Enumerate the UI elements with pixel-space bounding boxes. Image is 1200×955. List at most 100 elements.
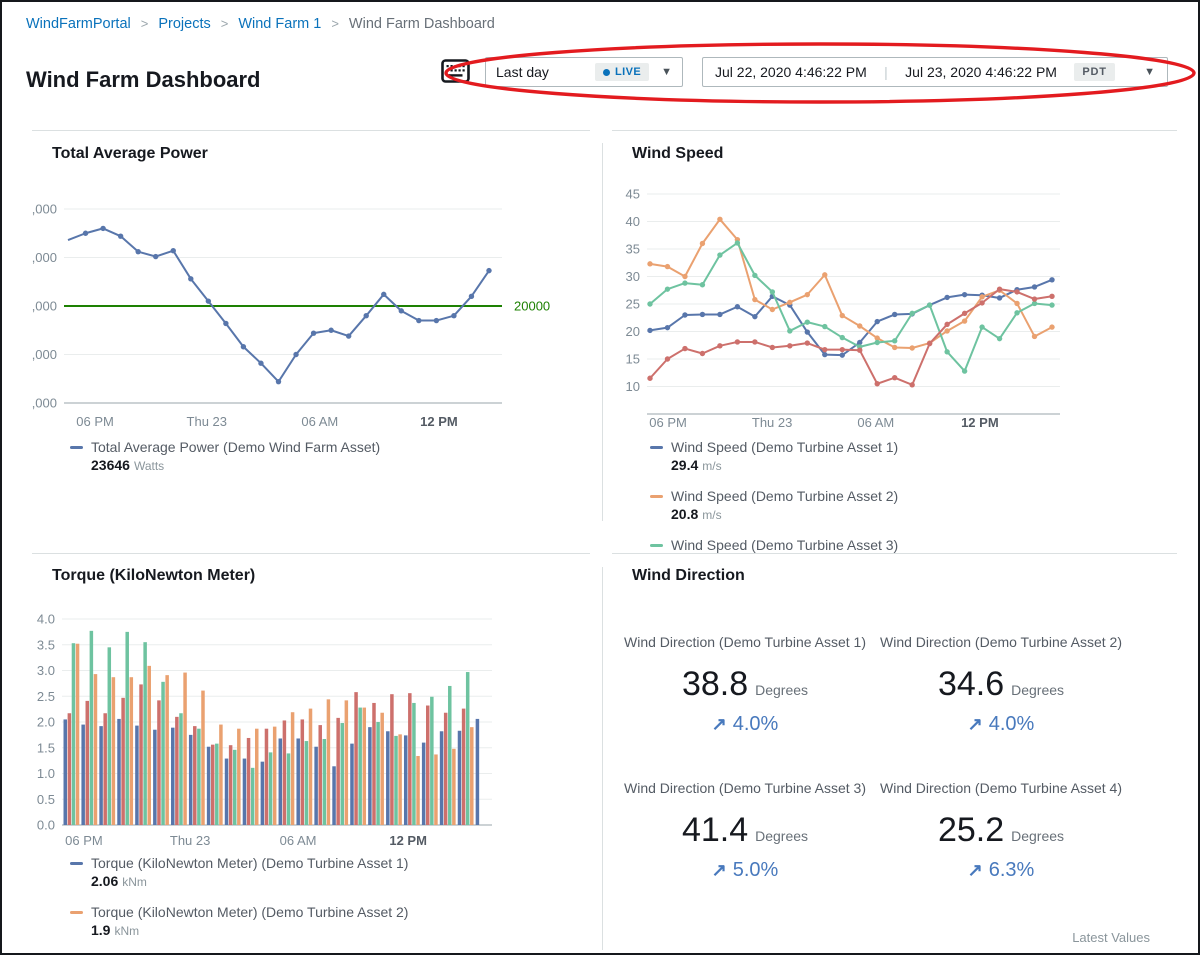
kpi-wind-direction-2: Wind Direction (Demo Turbine Asset 2) 34… bbox=[876, 632, 1126, 736]
time-range-select[interactable]: Last day LIVE ▼ bbox=[485, 57, 683, 87]
widget-title: Wind Direction bbox=[632, 567, 745, 585]
widget-total-average-power: Total Average Power 10,000 15,000 20,000 25… bbox=[32, 131, 590, 553]
date-range-picker[interactable]: Jul 22, 2020 4:46:22 PM | Jul 23, 2020 4… bbox=[702, 57, 1168, 87]
svg-text:12 PM: 12 PM bbox=[389, 833, 427, 848]
svg-text:06 PM: 06 PM bbox=[65, 833, 103, 848]
chart-legend: Torque (KiloNewton Meter) (Demo Turbine … bbox=[70, 855, 580, 955]
live-badge: LIVE bbox=[595, 63, 649, 81]
svg-text:1.0: 1.0 bbox=[37, 766, 55, 781]
svg-text:4.0: 4.0 bbox=[37, 612, 55, 627]
breadcrumb-separator: > bbox=[331, 16, 339, 31]
kpi-label: Wind Direction (Demo Turbine Asset 1) bbox=[620, 632, 870, 652]
latest-values-note: Latest Values bbox=[1072, 930, 1150, 945]
svg-text:2.5: 2.5 bbox=[37, 689, 55, 704]
svg-text:Thu 23: Thu 23 bbox=[752, 415, 792, 430]
keyboard-shortcut-icon[interactable] bbox=[440, 57, 471, 90]
kpi-trend: ↗6.3% bbox=[876, 859, 1126, 882]
kpi-label: Wind Direction (Demo Turbine Asset 3) bbox=[620, 778, 870, 798]
breadcrumb-link[interactable]: WindFarmPortal bbox=[26, 16, 131, 32]
breadcrumb-link[interactable]: Wind Farm 1 bbox=[238, 16, 321, 32]
svg-text:Thu 23: Thu 23 bbox=[170, 833, 210, 848]
widget-title: Total Average Power bbox=[52, 145, 208, 163]
legend-item: Wind Speed (Demo Turbine Asset 1)29.4m/s bbox=[650, 439, 1167, 475]
legend-dash-icon bbox=[650, 495, 663, 498]
svg-text:0.0: 0.0 bbox=[37, 818, 55, 833]
kpi-value: 34.6 bbox=[938, 665, 1004, 703]
kpi-unit: Degrees bbox=[1011, 828, 1064, 844]
total-average-power-chart: 10,00015,00020,00025,00030,00006 PMThu 2… bbox=[32, 191, 577, 436]
breadcrumb-separator: > bbox=[221, 16, 229, 31]
legend-item: Total Average Power (Demo Wind Farm Asse… bbox=[70, 439, 580, 475]
kpi-unit: Degrees bbox=[755, 682, 808, 698]
widget-title: Torque (KiloNewton Meter) bbox=[52, 567, 255, 585]
kpi-wind-direction-3: Wind Direction (Demo Turbine Asset 3) 41… bbox=[620, 778, 870, 882]
kpi-label: Wind Direction (Demo Turbine Asset 2) bbox=[876, 632, 1126, 652]
kpi-label: Wind Direction (Demo Turbine Asset 4) bbox=[876, 778, 1126, 798]
legend-dash-icon bbox=[650, 544, 663, 547]
breadcrumb-current: Wind Farm Dashboard bbox=[349, 16, 495, 32]
svg-text:3.0: 3.0 bbox=[37, 663, 55, 678]
breadcrumb-separator: > bbox=[141, 16, 149, 31]
svg-text:10,000: 10,000 bbox=[32, 396, 57, 411]
svg-text:06 AM: 06 AM bbox=[857, 415, 894, 430]
svg-text:1.5: 1.5 bbox=[37, 740, 55, 755]
kpi-trend: ↗5.0% bbox=[620, 859, 870, 882]
chart-legend: Total Average Power (Demo Wind Farm Asse… bbox=[70, 439, 580, 488]
breadcrumb-link[interactable]: Projects bbox=[158, 16, 210, 32]
timezone-badge: PDT bbox=[1074, 63, 1114, 81]
trend-up-icon: ↗ bbox=[712, 714, 727, 734]
chevron-down-icon: ▼ bbox=[1144, 66, 1155, 78]
legend-item: Wind Speed (Demo Turbine Asset 2)20.8m/s bbox=[650, 488, 1167, 524]
page-title: Wind Farm Dashboard bbox=[26, 67, 261, 93]
date-range-separator: | bbox=[884, 64, 888, 80]
legend-dash-icon bbox=[70, 911, 83, 914]
svg-text:2.0: 2.0 bbox=[37, 715, 55, 730]
legend-dash-icon bbox=[70, 862, 83, 865]
svg-text:06 AM: 06 AM bbox=[301, 414, 338, 429]
date-range-start: Jul 22, 2020 4:46:22 PM bbox=[715, 64, 867, 80]
wind-farm-dashboard-page: WindFarmPortal > Projects > Wind Farm 1 > Wind… bbox=[0, 0, 1200, 955]
legend-item: Wind Speed (Demo Turbine Asset 3) bbox=[650, 537, 1167, 553]
svg-text:45: 45 bbox=[626, 187, 640, 202]
trend-up-icon: ↗ bbox=[968, 714, 983, 734]
svg-text:06 AM: 06 AM bbox=[280, 833, 317, 848]
date-range-end: Jul 23, 2020 4:46:22 PM bbox=[905, 64, 1057, 80]
wind-speed-chart: 101520253035404506 PMThu 2306 AM12 PM bbox=[612, 182, 1177, 437]
widget-title: Wind Speed bbox=[632, 145, 723, 163]
svg-text:25: 25 bbox=[626, 297, 640, 312]
widget-wind-direction: Wind Direction Wind Direction (Demo Turb… bbox=[612, 553, 1177, 955]
svg-text:20,000: 20,000 bbox=[32, 299, 57, 314]
kpi-trend: ↗4.0% bbox=[876, 713, 1126, 736]
svg-text:20: 20 bbox=[626, 324, 640, 339]
kpi-unit: Degrees bbox=[755, 828, 808, 844]
svg-text:10: 10 bbox=[626, 379, 640, 394]
kpi-grid: Wind Direction (Demo Turbine Asset 1) 38… bbox=[620, 632, 1126, 882]
legend-item: Torque (KiloNewton Meter) (Demo Turbine … bbox=[70, 855, 580, 891]
svg-text:15: 15 bbox=[626, 352, 640, 367]
trend-up-icon: ↗ bbox=[712, 860, 727, 880]
svg-text:12 PM: 12 PM bbox=[961, 415, 999, 430]
svg-text:25,000: 25,000 bbox=[32, 250, 57, 265]
kpi-wind-direction-1: Wind Direction (Demo Turbine Asset 1) 38… bbox=[620, 632, 870, 736]
trend-up-icon: ↗ bbox=[968, 860, 983, 880]
widget-wind-speed: Wind Speed 101520253035404506 PMThu 2306… bbox=[612, 131, 1177, 553]
divider bbox=[602, 143, 603, 521]
kpi-wind-direction-4: Wind Direction (Demo Turbine Asset 4) 25… bbox=[876, 778, 1126, 882]
kpi-value: 25.2 bbox=[938, 811, 1004, 849]
live-dot-icon bbox=[603, 69, 610, 76]
kpi-value: 41.4 bbox=[682, 811, 748, 849]
svg-text:40: 40 bbox=[626, 214, 640, 229]
legend-dash-icon bbox=[650, 446, 663, 449]
svg-text:35: 35 bbox=[626, 242, 640, 257]
svg-text:15,000: 15,000 bbox=[32, 347, 57, 362]
svg-text:30,000: 30,000 bbox=[32, 202, 57, 217]
kpi-trend: ↗4.0% bbox=[620, 713, 870, 736]
svg-text:20000: 20000 bbox=[514, 299, 550, 314]
legend-dash-icon bbox=[70, 446, 83, 449]
svg-text:30: 30 bbox=[626, 269, 640, 284]
breadcrumb: WindFarmPortal > Projects > Wind Farm 1 > Wind… bbox=[26, 16, 495, 32]
svg-text:3.5: 3.5 bbox=[37, 637, 55, 652]
time-range-label: Last day bbox=[496, 64, 595, 80]
kpi-unit: Degrees bbox=[1011, 682, 1064, 698]
chevron-down-icon: ▼ bbox=[661, 66, 672, 78]
